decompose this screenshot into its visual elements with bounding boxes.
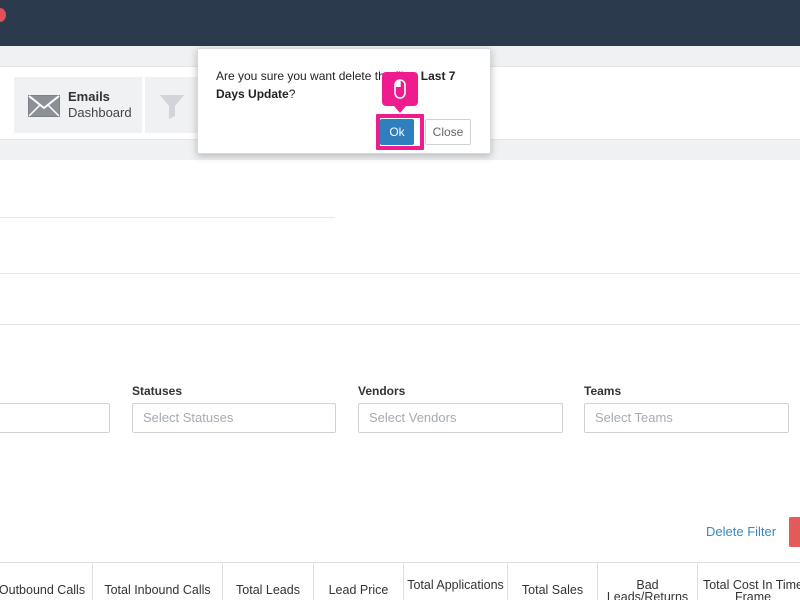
column-total-applications[interactable]: Total Applications — [404, 563, 508, 600]
mouse-icon — [394, 79, 406, 99]
select-previous-filter[interactable] — [0, 403, 110, 433]
column-label: Total Sales — [521, 583, 584, 597]
statuses-label: Statuses — [132, 384, 183, 398]
column-bad-leads-returns[interactable]: Bad Leads/Returns — [598, 563, 698, 600]
column-label: Total Cost In Time Frame — [702, 578, 800, 600]
table-header: Outbound Calls Total Inbound Calls Total… — [0, 562, 800, 600]
nav-emails-subtitle: Dashboard — [68, 105, 132, 120]
teams-label: Teams — [584, 384, 622, 398]
delete-filter-confirm-dialog: Are you sure you want delete the filter … — [197, 48, 491, 154]
funnel-icon — [160, 95, 184, 119]
notification-dot[interactable] — [0, 8, 6, 22]
column-total-leads[interactable]: Total Leads — [223, 563, 314, 600]
statuses-select[interactable]: Select Statuses — [132, 403, 336, 433]
column-outbound-calls[interactable]: Outbound Calls — [0, 563, 93, 600]
divider-3 — [0, 324, 800, 325]
column-label: Lead Price — [328, 583, 389, 597]
close-button[interactable]: Close — [425, 119, 471, 145]
column-total-sales[interactable]: Total Sales — [508, 563, 598, 600]
vendors-select[interactable]: Select Vendors — [358, 403, 563, 433]
delete-filter-link[interactable]: Delete Filter — [706, 524, 776, 539]
apply-filter-button[interactable] — [789, 517, 800, 547]
column-label: Total Inbound Calls — [104, 583, 211, 597]
column-total-inbound-calls[interactable]: Total Inbound Calls — [93, 563, 223, 600]
mail-icon — [28, 95, 60, 117]
top-bar — [0, 0, 800, 46]
column-lead-price[interactable]: Lead Price — [314, 563, 404, 600]
column-label: Total Applications — [407, 578, 504, 592]
confirm-message-suffix: ? — [288, 87, 296, 101]
teams-select[interactable]: Select Teams — [584, 403, 789, 433]
column-total-cost-in-time-frame[interactable]: Total Cost In Time Frame — [698, 563, 800, 600]
nav-emails-title: Emails — [68, 89, 110, 104]
column-label: Bad Leads/Returns — [606, 578, 689, 600]
column-label: Total Leads — [236, 583, 300, 597]
vendors-label: Vendors — [358, 384, 406, 398]
cursor-badge — [382, 72, 418, 113]
divider-1 — [0, 217, 335, 218]
column-label: Outbound Calls — [0, 583, 86, 597]
click-highlight — [376, 114, 424, 150]
divider-2 — [0, 273, 800, 274]
confirm-message: Are you sure you want delete the filter … — [216, 67, 478, 103]
